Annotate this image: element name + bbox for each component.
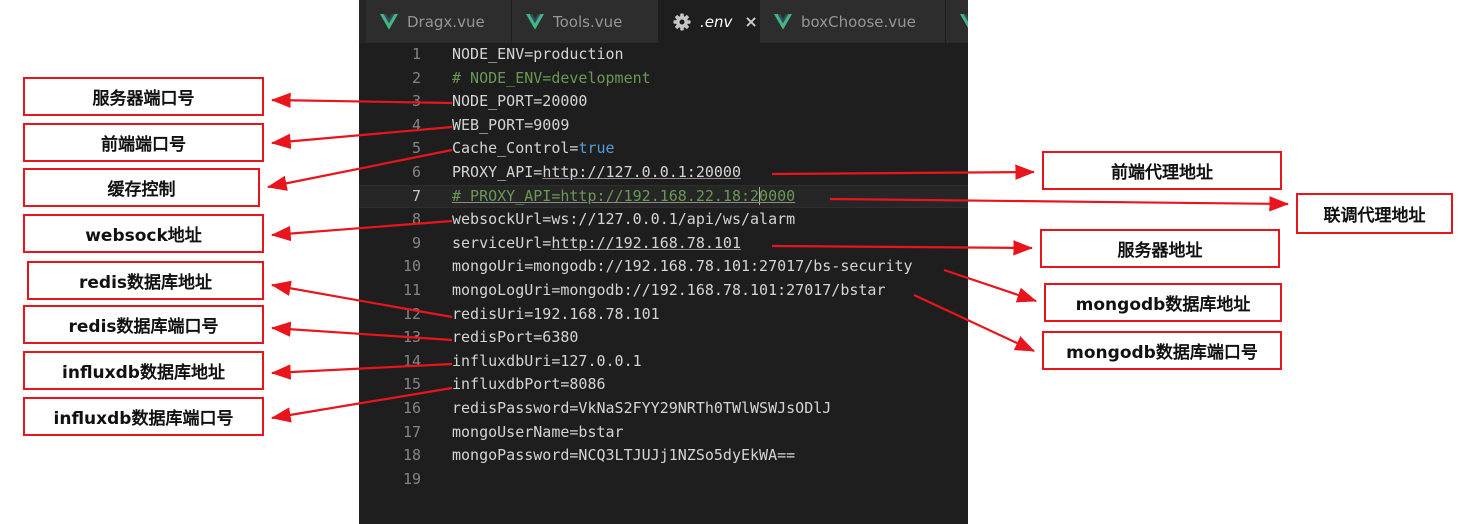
arrow-redis-port [270, 321, 453, 342]
arrow-mongo-log-uri [913, 294, 1035, 352]
annotation-influxdb-uri: influxdb数据库地址 [23, 351, 264, 390]
annotation-node-port: 服务器端口号 [23, 77, 264, 116]
arrow-proxy-api [771, 164, 1036, 180]
annotation-web-port: 前端端口号 [23, 123, 264, 162]
arrow-influxdb-uri [270, 362, 453, 380]
annotation-mongo-port: mongodb数据库端口号 [1042, 331, 1282, 370]
arrow-redis-uri [270, 280, 453, 319]
annotation-influxdb-port: influxdb数据库端口号 [23, 397, 264, 436]
annotation-redis-uri: redis数据库地址 [27, 261, 264, 300]
arrow-websock-url [270, 219, 453, 242]
annotation-redis-port: redis数据库端口号 [23, 305, 264, 344]
annotation-websock-url: websock地址 [23, 214, 264, 253]
arrow-web-port [270, 125, 453, 150]
annotation-proxy-api: 前端代理地址 [1042, 151, 1282, 190]
annotation-proxy-api-debug: 联调代理地址 [1296, 193, 1453, 234]
annotation-service-url: 服务器地址 [1040, 229, 1280, 268]
annotation-cache-control: 缓存控制 [23, 168, 260, 207]
arrow-influxdb-port [270, 386, 453, 423]
arrow-proxy-api-debug [829, 196, 1290, 212]
arrow-cache-control [266, 148, 453, 191]
arrow-service-url [771, 240, 1034, 256]
annotation-mongo-uri: mongodb数据库地址 [1044, 283, 1282, 322]
arrow-node-port [270, 92, 453, 109]
arrow-mongo-uri [943, 268, 1038, 303]
